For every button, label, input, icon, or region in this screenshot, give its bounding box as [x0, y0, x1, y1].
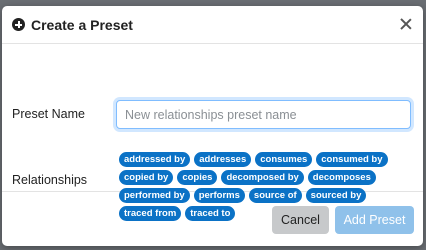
relationship-chip[interactable]: copied by	[119, 170, 174, 185]
close-icon[interactable]	[399, 17, 413, 31]
cancel-button[interactable]: Cancel	[272, 206, 329, 234]
relationship-chip[interactable]: consumed by	[316, 152, 388, 167]
dialog-footer: Cancel Add Preset	[2, 198, 423, 246]
dialog-body: Preset Name Relationships addressed by a…	[2, 44, 423, 221]
preset-name-label: Preset Name	[12, 107, 85, 121]
relationship-chip[interactable]: addresses	[194, 152, 252, 167]
relationships-label: Relationships	[12, 173, 88, 187]
preset-name-input[interactable]	[116, 100, 411, 129]
dialog-title: Create a Preset	[31, 16, 133, 33]
add-preset-button[interactable]: Add Preset	[335, 206, 414, 234]
relationship-chip[interactable]: decomposed by	[221, 170, 304, 185]
dialog-header: Create a Preset	[2, 6, 423, 44]
create-preset-dialog: Create a Preset Preset Name Relationship…	[2, 6, 423, 246]
relationship-chip[interactable]: decomposes	[307, 170, 376, 185]
relationship-chip[interactable]: copies	[177, 170, 218, 185]
relationship-chip[interactable]: consumes	[255, 152, 313, 167]
plus-circle-icon	[12, 18, 25, 31]
relationship-chip[interactable]: addressed by	[119, 152, 191, 167]
